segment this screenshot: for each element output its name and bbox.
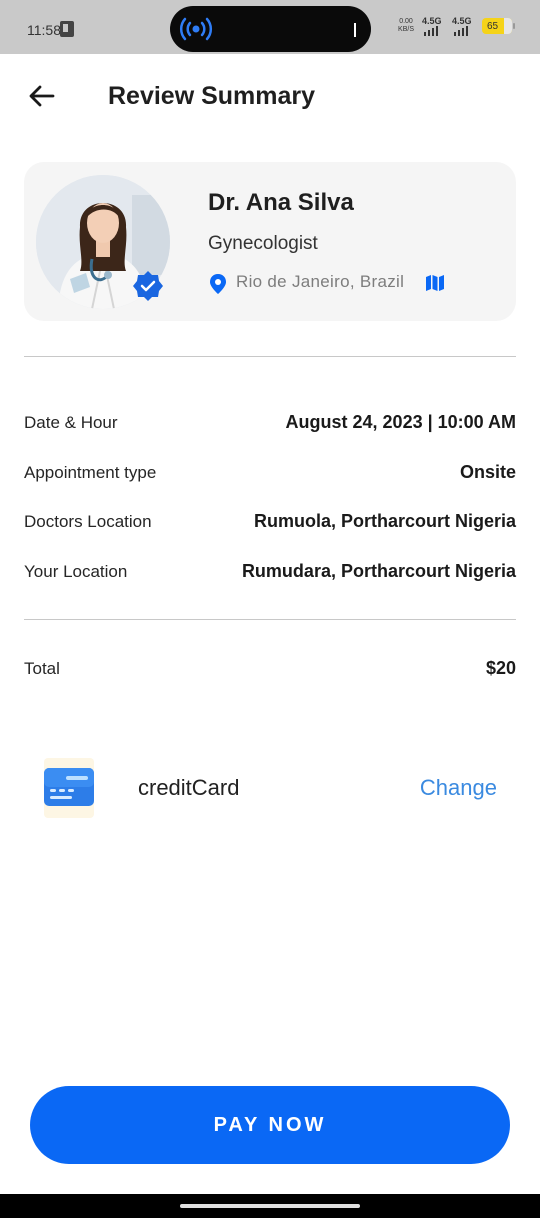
verified-badge-icon bbox=[133, 271, 163, 301]
doctors-location-value: Rumuola, Portharcourt Nigeria bbox=[253, 511, 516, 531]
island-indicator bbox=[354, 23, 356, 37]
date-hour-label: Date & Hour bbox=[24, 413, 118, 432]
status-icons: 0.00 KB/S 4.5G 4.5G 65 bbox=[398, 16, 515, 36]
signal-label: 4.5G bbox=[422, 16, 442, 26]
status-bar: 11:58 0.00 KB/S 4.5G 4.5G 65 bbox=[0, 0, 540, 54]
change-payment-link[interactable]: Change bbox=[420, 775, 497, 801]
battery-icon: 65 bbox=[482, 18, 515, 34]
map-icon[interactable] bbox=[425, 274, 445, 292]
total-label: Total bbox=[24, 659, 60, 678]
payment-method: creditCard bbox=[138, 775, 240, 800]
your-location-value: Rumudara, Portharcourt Nigeria bbox=[241, 561, 516, 581]
your-location-label: Your Location bbox=[24, 562, 128, 581]
doctor-specialty: Gynecologist bbox=[208, 233, 318, 254]
sim-icon bbox=[60, 21, 74, 37]
total-value: $20 bbox=[485, 658, 516, 678]
battery-level: 65 bbox=[487, 20, 499, 32]
dynamic-island bbox=[170, 6, 371, 52]
signal-icon: 4.5G bbox=[452, 16, 474, 36]
divider bbox=[24, 619, 516, 620]
signal-label: 4.5G bbox=[452, 16, 472, 26]
status-time: 11:58 bbox=[27, 22, 61, 38]
network-speed-unit: KB/S bbox=[398, 26, 414, 33]
doctors-location-label: Doctors Location bbox=[24, 512, 152, 531]
doctor-location: Rio de Janeiro, Brazil bbox=[236, 272, 405, 291]
appointment-type-value: Onsite bbox=[459, 462, 516, 482]
credit-card-icon bbox=[44, 758, 94, 818]
appointment-type-label: Appointment type bbox=[24, 463, 157, 482]
divider bbox=[24, 356, 516, 357]
doctor-name: Dr. Ana Silva bbox=[208, 189, 354, 216]
location-pin-icon bbox=[210, 274, 226, 294]
navigation-bar bbox=[0, 1194, 540, 1218]
pay-now-button[interactable]: PAY NOW bbox=[30, 1086, 510, 1164]
network-speed-value: 0.00 bbox=[399, 18, 413, 25]
back-arrow-icon[interactable] bbox=[26, 80, 58, 112]
network-speed: 0.00 KB/S bbox=[398, 18, 414, 34]
date-hour-value: August 24, 2023 | 10:00 AM bbox=[285, 412, 516, 432]
page-title: Review Summary bbox=[108, 82, 316, 110]
broadcast-icon bbox=[180, 17, 212, 41]
signal-icon: 4.5G bbox=[422, 16, 444, 36]
home-indicator[interactable] bbox=[180, 1204, 360, 1208]
